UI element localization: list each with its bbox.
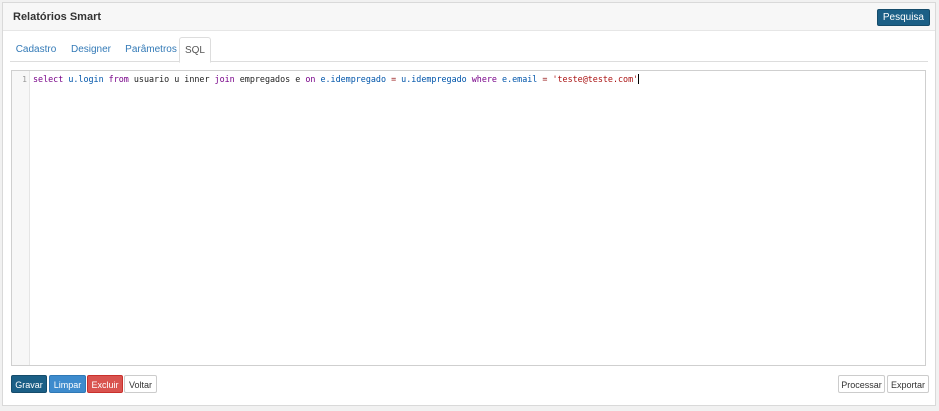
sql-token: usuario u inner bbox=[128, 74, 215, 84]
panel-header: Relatórios Smart Pesquisa bbox=[3, 3, 935, 31]
process-button[interactable]: Processar bbox=[838, 375, 885, 393]
sql-editor[interactable]: 1 select u.login from usuario u inner jo… bbox=[11, 70, 926, 366]
line-gutter: 1 bbox=[12, 71, 30, 365]
line-number: 1 bbox=[22, 75, 27, 84]
sql-token: where bbox=[471, 74, 497, 84]
search-button[interactable]: Pesquisa bbox=[876, 9, 930, 26]
delete-button[interactable]: Excluir bbox=[87, 375, 123, 393]
sql-token: e.email bbox=[502, 74, 538, 84]
sql-token: 'teste@teste.com' bbox=[552, 74, 639, 84]
back-button[interactable]: Voltar bbox=[124, 375, 157, 393]
sql-token: select bbox=[33, 74, 64, 84]
sql-token: join bbox=[214, 74, 235, 84]
sql-token: from bbox=[108, 74, 129, 84]
tab-bar: Cadastro Designer Parâmetros SQL bbox=[10, 37, 928, 63]
page-title: Relatórios Smart bbox=[13, 11, 102, 23]
clear-button[interactable]: Limpar bbox=[49, 375, 86, 393]
sql-code-line[interactable]: select u.login from usuario u inner join… bbox=[33, 74, 640, 84]
sql-token: empregados e bbox=[234, 74, 306, 84]
export-button[interactable]: Exportar bbox=[887, 375, 929, 393]
tab-designer[interactable]: Designer bbox=[68, 37, 114, 62]
tab-cadastro[interactable]: Cadastro bbox=[10, 37, 62, 62]
save-button[interactable]: Gravar bbox=[11, 375, 47, 393]
text-cursor bbox=[638, 74, 640, 84]
sql-token: e.idempregado bbox=[320, 74, 387, 84]
tab-parametros[interactable]: Parâmetros bbox=[120, 37, 182, 62]
tab-sql[interactable]: SQL bbox=[179, 37, 211, 63]
sql-token: u.login bbox=[68, 74, 104, 84]
sql-token: on bbox=[305, 74, 316, 84]
sql-token: u.idempregado bbox=[401, 74, 467, 84]
